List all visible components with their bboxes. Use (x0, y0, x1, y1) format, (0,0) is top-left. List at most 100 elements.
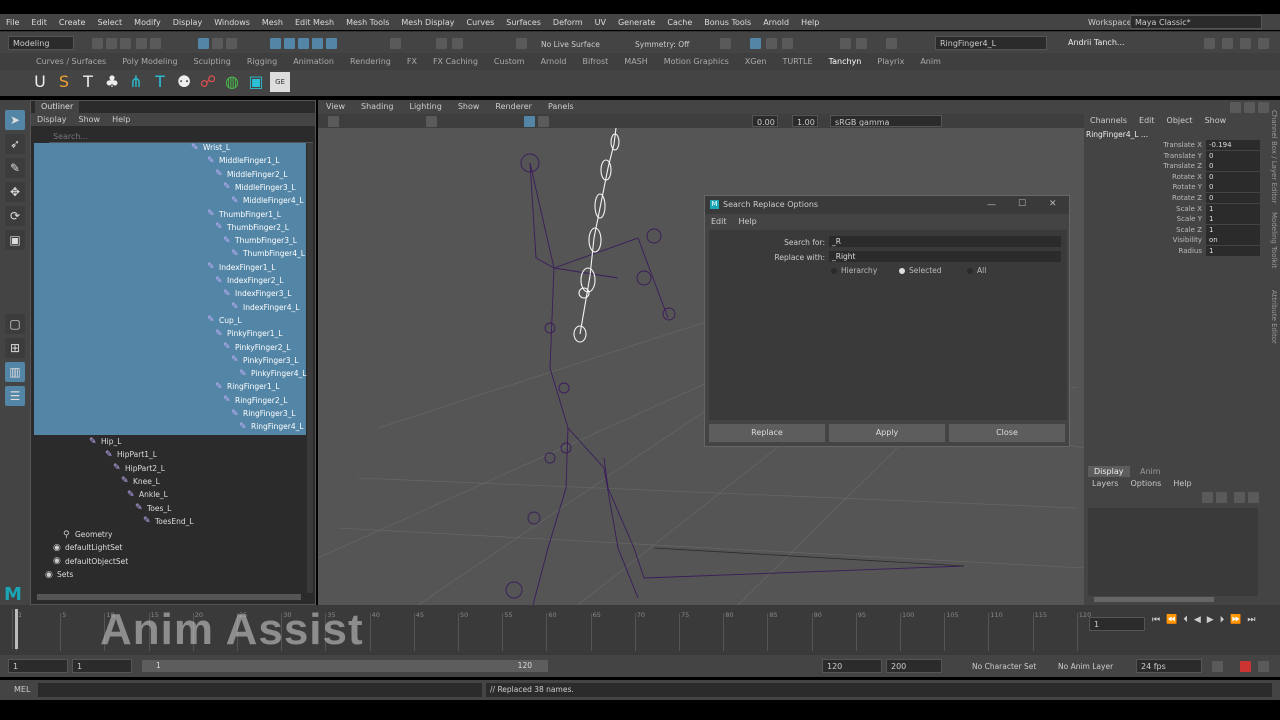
side-tab-attribute-editor[interactable]: Attribute Editor (1270, 290, 1278, 344)
command-input[interactable] (38, 683, 482, 697)
gamma-field[interactable]: 1.00 (792, 115, 818, 127)
render-settings-icon[interactable] (766, 38, 777, 49)
live-surface-label[interactable]: No Live Surface (541, 40, 600, 49)
wireframe-icon[interactable] (524, 116, 535, 127)
shelf-tab-arnold[interactable]: Arnold (533, 57, 575, 66)
object-name-field[interactable]: RingFinger4_L (935, 36, 1047, 50)
channel-translate-x[interactable]: Translate X -0.194 (1144, 140, 1264, 150)
channel-rotate-z[interactable]: Rotate Z 0 (1144, 193, 1264, 203)
snap-view-icon[interactable] (312, 38, 323, 49)
new-scene-icon[interactable] (92, 38, 103, 49)
channel-value[interactable]: 1 (1206, 246, 1260, 256)
menu-modify[interactable]: Modify (128, 18, 167, 27)
layer-menu-help[interactable]: Help (1167, 479, 1197, 488)
channel-translate-y[interactable]: Translate Y 0 (1144, 150, 1264, 161)
outliner-item[interactable]: ✎ Hip_L (89, 435, 121, 448)
outliner-item[interactable]: ✎ PinkyFinger3_L (231, 354, 298, 367)
shelf-tab-poly-modeling[interactable]: Poly Modeling (114, 57, 185, 66)
channel-rotate-y[interactable]: Rotate Y 0 (1144, 182, 1264, 193)
outliner-item[interactable]: ✎ Ankle_L (127, 488, 168, 501)
shelf-tab-sculpting[interactable]: Sculpting (186, 57, 239, 66)
snap-curve-icon[interactable] (284, 38, 295, 49)
current-frame-field[interactable]: 1 (1089, 617, 1145, 631)
menu-edit-mesh[interactable]: Edit Mesh (289, 18, 340, 27)
select-tool-icon[interactable]: ➤ (5, 110, 25, 130)
play-forward-icon[interactable]: ▶ (1207, 615, 1214, 625)
menu-mesh-display[interactable]: Mesh Display (395, 18, 460, 27)
dialog-menu-help[interactable]: Help (733, 215, 763, 228)
outliner-menu-display[interactable]: Display (31, 113, 73, 126)
four-view-icon[interactable]: ⊞ (5, 338, 25, 358)
outliner-item[interactable]: ✎ HipPart2_L (113, 462, 165, 475)
scale-tool-icon[interactable]: ▣ (5, 230, 25, 250)
smooth-shade-icon[interactable] (538, 116, 549, 127)
shelf-tab-tanchyn[interactable]: Tanchyn (821, 57, 870, 66)
shelf-tool-4-icon[interactable]: ♣ (102, 72, 122, 92)
outliner-item[interactable]: ✎ PinkyFinger1_L (215, 327, 282, 340)
outliner-item[interactable]: ✎ PinkyFinger2_L (223, 341, 290, 354)
select-object-icon[interactable] (212, 38, 223, 49)
select-hierarchy-icon[interactable] (198, 38, 209, 49)
step-forward-icon[interactable]: ⏩ (1230, 615, 1241, 625)
undo-icon[interactable] (136, 38, 147, 49)
shelf-tab-animation[interactable]: Animation (285, 57, 342, 66)
playback-start-field[interactable]: 1 (72, 659, 132, 673)
shelf-tab-rigging[interactable]: Rigging (239, 57, 285, 66)
channel-scale-x[interactable]: Scale X 1 (1144, 203, 1264, 214)
save-scene-icon[interactable] (120, 38, 131, 49)
menu-arnold[interactable]: Arnold (757, 18, 795, 27)
shelf-tab-motion-graphics[interactable]: Motion Graphics (656, 57, 737, 66)
shelf-tool-9-icon[interactable]: ◍ (222, 72, 242, 92)
outliner-item[interactable]: ✎ RingFinger2_L (223, 394, 288, 407)
outliner-item[interactable]: ✎ Toes_L (135, 502, 171, 515)
show-panels-icon[interactable] (1222, 38, 1233, 49)
play-back-icon[interactable]: ◀ (1194, 615, 1201, 625)
channel-value[interactable]: 1 (1206, 214, 1260, 225)
menu-mesh-tools[interactable]: Mesh Tools (340, 18, 395, 27)
radio-hierarchy[interactable]: Hierarchy (831, 266, 877, 275)
outliner-item[interactable]: ◉ defaultObjectSet (53, 555, 128, 568)
toggle-ui-icon[interactable] (1240, 38, 1251, 49)
go-to-start-icon[interactable]: ⏮ (1152, 615, 1160, 625)
color-space-dropdown[interactable]: sRGB gamma (830, 115, 942, 127)
channel-value[interactable]: 0 (1206, 161, 1260, 172)
outliner-item[interactable]: ✎ ThumbFinger2_L (215, 221, 289, 234)
shelf-tool-8-icon[interactable]: ☍ (198, 72, 218, 92)
shelf-tab-custom[interactable]: Custom (486, 57, 533, 66)
new-layer-selected-icon[interactable] (1248, 492, 1259, 503)
shelf-tool-11-icon[interactable]: GE (270, 72, 290, 92)
playhead[interactable] (15, 609, 18, 649)
step-forward-key-icon[interactable]: ⏵ (1220, 615, 1225, 625)
side-tab-channel-box[interactable]: Channel Box / Layer Editor (1270, 110, 1278, 203)
snap-surface-icon[interactable] (326, 38, 337, 49)
animation-start-field[interactable]: 1 (8, 659, 68, 673)
channel-value[interactable]: 1 (1206, 224, 1260, 235)
close-button[interactable]: Close (949, 424, 1065, 442)
outliner-item[interactable]: ◉ defaultLightSet (53, 541, 122, 554)
step-back-icon[interactable]: ⏪ (1166, 615, 1177, 625)
outliner-persp-icon[interactable]: ▥ (5, 362, 25, 382)
pause-icon[interactable] (886, 38, 897, 49)
lasso-tool-icon[interactable]: ➶ (5, 134, 25, 154)
viewport-menu-lighting[interactable]: Lighting (401, 100, 449, 114)
viewport-menu-panels[interactable]: Panels (540, 100, 582, 114)
channel-value[interactable]: -0.194 (1206, 140, 1260, 150)
layer-menu-layers[interactable]: Layers (1086, 479, 1124, 488)
layer-move-down-icon[interactable] (1216, 492, 1227, 503)
hypershade-icon[interactable] (782, 38, 793, 49)
user-account-dropdown[interactable]: Andrii Tanch... (1064, 36, 1142, 50)
channel-value[interactable]: 0 (1206, 171, 1260, 182)
fps-dropdown[interactable]: 24 fps (1136, 659, 1202, 673)
outliner-item[interactable]: ✎ ThumbFinger1_L (207, 208, 281, 221)
menu-display[interactable]: Display (167, 18, 209, 27)
outliner-item[interactable]: ✎ IndexFinger3_L (223, 287, 291, 300)
lock-icon[interactable] (390, 38, 401, 49)
script-language-label[interactable]: MEL (14, 685, 30, 694)
outliner-item[interactable]: ✎ HipPart1_L (105, 448, 157, 461)
outliner-search-input[interactable]: Search... (49, 130, 313, 143)
shelf-tool-2-icon[interactable]: S (54, 72, 74, 92)
channel-visibility[interactable]: Visibility on (1144, 235, 1264, 246)
live-surface-icon[interactable] (516, 38, 527, 49)
shelf-tool-6-icon[interactable]: T (150, 72, 170, 92)
magnet-icon[interactable] (452, 38, 463, 49)
